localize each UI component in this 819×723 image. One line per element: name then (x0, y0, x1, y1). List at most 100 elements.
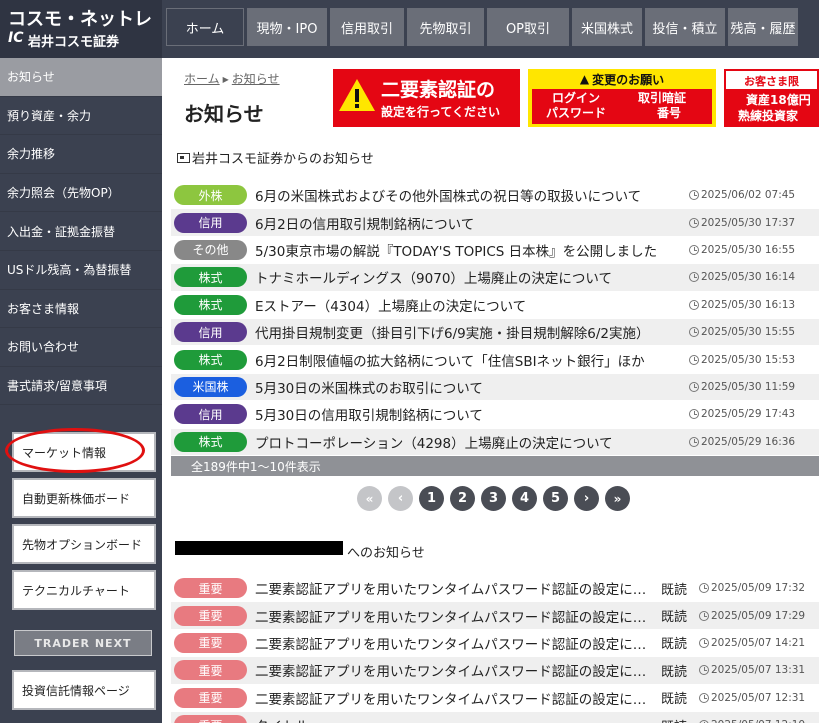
sidebar: お知らせ 預り資産・余力 余力推移 余力照会（先物OP） 入出金・証拠金振替 USドル残高… (0, 58, 162, 723)
market-info-button[interactable]: マーケット情報 (12, 432, 156, 472)
clock-icon (689, 217, 699, 228)
page-3[interactable]: 3 (481, 486, 506, 511)
nav-tab-0[interactable]: ホーム (166, 8, 244, 46)
nav-tab-6[interactable]: 投信・積立 (645, 8, 725, 46)
sidebar-item-1[interactable]: 預り資産・余力 (0, 97, 162, 136)
customer-banner[interactable]: お客さま限 資産18億円 熟練投資家 (724, 69, 819, 127)
category-badge: 信用 (174, 212, 247, 233)
nav-tab-2[interactable]: 信用取引 (330, 8, 404, 46)
nav-tab-5[interactable]: 米国株式 (572, 8, 642, 46)
banner2-col2-l2: 番号 (657, 106, 682, 120)
important-badge: 重要 (174, 715, 247, 723)
nav-tab-1[interactable]: 現物・IPO (247, 8, 327, 46)
news-row[interactable]: 信用 代用掛目規制変更（掛目引下げ6/9実施・掛目規制解除6/2実施） 2025/0… (171, 318, 819, 347)
page-5[interactable]: 5 (543, 486, 568, 511)
personal-news-list: 重要 二要素認証アプリを用いたワンタイムパスワード認証の設定について 既読 2025/… (171, 575, 819, 723)
news-row[interactable]: 株式 6月2日制限値幅の拡大銘柄について「住信SBIネット銀行」ほか 2025/05… (171, 346, 819, 374)
news-date-text: 2025/05/30 17:37 (701, 216, 796, 229)
news-title-link[interactable]: 5/30東京市場の解説『TODAY'S TOPICS 日本株』を公開しました (255, 240, 689, 260)
clock-icon (689, 299, 699, 310)
sidebar-item-0[interactable]: お知らせ (0, 58, 162, 97)
news-date: 2025/05/29 17:43 (689, 408, 795, 420)
news-date-text: 2025/05/30 11:59 (701, 380, 796, 393)
pagination: «‹ 1 2 3 4 5 ›» (357, 486, 630, 511)
technical-chart-button[interactable]: テクニカルチャート (12, 570, 156, 610)
sidebar-item-7[interactable]: お問い合わせ (0, 328, 162, 367)
section2-title-text: へのお知らせ (347, 546, 425, 561)
nav-tab-3[interactable]: 先物取引 (407, 8, 484, 46)
news-row[interactable]: 重要 二要素認証アプリを用いたワンタイムパスワード認証の設定について 既読 2025/… (171, 602, 819, 630)
news-title-link[interactable]: 6月2日制限値幅の拡大銘柄について「住信SBIネット銀行」ほか (255, 350, 689, 370)
news-date-text: 2025/05/30 15:53 (701, 353, 796, 366)
category-badge: 株式 (174, 267, 247, 288)
warning-icon (339, 79, 375, 111)
newspaper-icon (177, 153, 190, 163)
news-row[interactable]: 外株 6月の米国株式およびその他外国株式の祝日等の取扱いについて 2025/06/0… (171, 182, 819, 210)
news-row[interactable]: 重要 二要素認証アプリを用いたワンタイムパスワード認証の設定について 既読 2025/… (171, 629, 819, 658)
news-title-link[interactable]: 二要素認証アプリを用いたワンタイムパスワード認証の設定について (255, 606, 657, 626)
page-2[interactable]: 2 (450, 486, 475, 511)
news-title-link[interactable]: 代用掛目規制変更（掛目引下げ6/9実施・掛目規制解除6/2実施） (255, 322, 689, 342)
first-page-button[interactable]: « (357, 486, 382, 511)
sidebar-item-8[interactable]: 書式請求/留意事項 (0, 367, 162, 406)
fund-info-button[interactable]: 投資信託情報ページ (12, 670, 156, 710)
news-row[interactable]: 信用 5月30日の信用取引規制銘柄について 2025/05/29 17:43 (171, 401, 819, 429)
nav-tab-4[interactable]: OP取引 (487, 8, 569, 46)
page-4[interactable]: 4 (512, 486, 537, 511)
trader-next-button[interactable]: TRADER NEXT (14, 630, 152, 656)
breadcrumb-current[interactable]: お知らせ (232, 72, 280, 86)
category-badge: 信用 (174, 404, 247, 425)
news-date-text: 2025/05/29 17:43 (701, 408, 796, 421)
sidebar-item-5[interactable]: USドル残高・為替振替 (0, 251, 162, 290)
sidebar-item-6[interactable]: お客さま情報 (0, 290, 162, 329)
page-1[interactable]: 1 (419, 486, 444, 511)
news-title-link[interactable]: 二要素認証アプリを用いたワンタイムパスワード認証の設定について (255, 633, 657, 653)
breadcrumb-home[interactable]: ホーム (184, 72, 220, 86)
news-row[interactable]: 米国株 5月30日の米国株式のお取引について 2025/05/30 11:59 (171, 373, 819, 402)
news-title-link[interactable]: タイトル (255, 715, 657, 723)
news-title-link[interactable]: 5月30日の米国株式のお取引について (255, 377, 689, 397)
news-title-link[interactable]: 6月の米国株式およびその他外国株式の祝日等の取扱いについて (255, 185, 689, 205)
category-badge: 株式 (174, 294, 247, 315)
news-title-link[interactable]: トナミホールディングス（9070）上場廃止の決定について (255, 267, 689, 287)
news-row[interactable]: 信用 6月2日の信用取引規制銘柄について 2025/05/30 17:37 (171, 209, 819, 237)
news-date: 2025/05/30 16:13 (689, 299, 795, 311)
last-page-button[interactable]: » (605, 486, 630, 511)
news-row[interactable]: 重要 二要素認証アプリを用いたワンタイムパスワード認証の設定について 既読 2025/… (171, 575, 819, 603)
news-row[interactable]: 株式 プロトコーポレーション（4298）上場廃止の決定について 2025/05/29… (171, 428, 819, 456)
clock-icon (699, 692, 709, 703)
news-title-link[interactable]: 6月2日の信用取引規制銘柄について (255, 213, 689, 233)
news-date: 2025/05/07 13:31 (699, 664, 805, 676)
news-date: 2025/05/07 14:21 (699, 637, 805, 649)
sidebar-item-3[interactable]: 余力照会（先物OP） (0, 174, 162, 213)
futures-option-board-button[interactable]: 先物オプションボード (12, 524, 156, 564)
news-row[interactable]: 重要 二要素認証アプリを用いたワンタイムパスワード認証の設定について 既読 2025/… (171, 684, 819, 712)
prev-page-button[interactable]: ‹ (388, 486, 413, 511)
news-row[interactable]: 重要 二要素認証アプリを用いたワンタイムパスワード認証の設定について 既読 2025/… (171, 657, 819, 685)
news-title-link[interactable]: 5月30日の信用取引規制銘柄について (255, 404, 689, 424)
nav-tab-7[interactable]: 残高・履歴 (728, 8, 798, 46)
auto-update-board-button[interactable]: 自動更新株価ボード (12, 478, 156, 518)
news-row[interactable]: 重要タイトル既読 2025/05/07 12:10 (171, 711, 819, 723)
news-date-text: 2025/05/30 16:55 (701, 243, 796, 256)
next-page-button[interactable]: › (574, 486, 599, 511)
logo[interactable]: コスモ・ネットレ IC 岩井コスモ証券 (0, 0, 162, 58)
news-title-link[interactable]: Eストアー（4304）上場廃止の決定について (255, 295, 689, 315)
news-row[interactable]: その他 5/30東京市場の解説『TODAY'S TOPICS 日本株』を公開しまし… (171, 236, 819, 265)
news-row[interactable]: 株式 Eストアー（4304）上場廃止の決定について 2025/05/30 16:13 (171, 291, 819, 319)
news-title-link[interactable]: プロトコーポレーション（4298）上場廃止の決定について (255, 432, 689, 452)
two-factor-banner[interactable]: 二要素認証の 設定を行ってください (333, 69, 520, 127)
news-row[interactable]: 株式 トナミホールディングス（9070）上場廃止の決定について 2025/05/30… (171, 264, 819, 292)
sidebar-item-2[interactable]: 余力推移 (0, 135, 162, 174)
news-title-link[interactable]: 二要素認証アプリを用いたワンタイムパスワード認証の設定について (255, 688, 657, 708)
sidebar-item-4[interactable]: 入出金・証拠金振替 (0, 212, 162, 251)
news-date: 2025/05/30 16:55 (689, 244, 795, 256)
read-status: 既読 (661, 692, 688, 708)
news-title-link[interactable]: 二要素認証アプリを用いたワンタイムパスワード認証の設定について (255, 578, 657, 598)
news-date-text: 2025/05/07 13:31 (711, 664, 806, 677)
category-badge: 信用 (174, 322, 247, 343)
news-title-link[interactable]: 二要素認証アプリを用いたワンタイムパスワード認証の設定について (255, 660, 657, 680)
change-request-banner[interactable]: ▲ 変更のお願い ログイン パスワード 取引暗証 番号 (528, 69, 716, 127)
news-date-text: 2025/05/07 12:31 (711, 691, 806, 704)
section1-title-text: 岩井コスモ証券からのお知らせ (192, 152, 374, 167)
